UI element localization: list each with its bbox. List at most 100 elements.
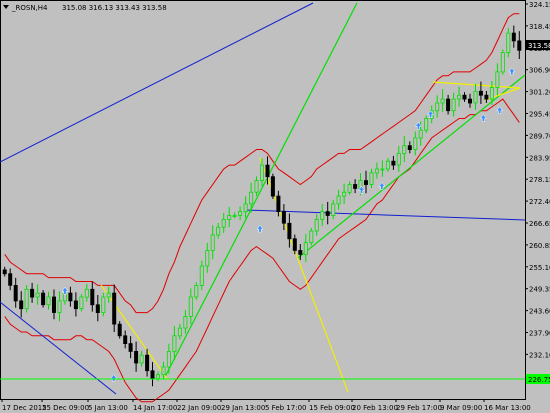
up-arrow-icon xyxy=(496,106,504,114)
candle-body xyxy=(139,354,144,364)
y-tick-label: 237.90 xyxy=(529,330,550,338)
candle-body xyxy=(194,284,199,298)
bollinger-lower-band xyxy=(4,98,520,403)
x-tick-label: 9 Mar 09:00 xyxy=(440,404,482,412)
candle-body xyxy=(232,215,237,217)
y-tick-label: 255.10 xyxy=(529,264,550,272)
candle-body xyxy=(205,250,210,267)
candle-body xyxy=(402,145,407,154)
candle-body xyxy=(331,203,336,216)
candle-body xyxy=(484,94,489,100)
candle-body xyxy=(254,180,259,193)
candle-body xyxy=(440,98,445,104)
blue-trendline-lower[interactable] xyxy=(0,301,117,395)
candle-body xyxy=(13,284,18,302)
candle-body xyxy=(292,238,297,251)
candle-body xyxy=(161,366,166,376)
candle-body xyxy=(145,354,150,372)
green-trendline-rising[interactable] xyxy=(297,74,526,259)
up-arrow-icon xyxy=(61,286,69,295)
candle-body xyxy=(418,129,423,139)
blue-trendline-upper[interactable] xyxy=(0,2,314,163)
candle-body xyxy=(30,288,35,298)
candle-body xyxy=(199,265,204,286)
up-arrow-icon xyxy=(110,374,118,382)
candle-body xyxy=(336,195,341,205)
candle-body xyxy=(320,211,325,220)
candle-body xyxy=(424,118,429,131)
x-tick-label: 17 Dec 2015 xyxy=(2,404,47,412)
y-tick-label: 295.45 xyxy=(529,111,550,119)
candle-body xyxy=(270,176,275,197)
candle-body xyxy=(41,292,46,306)
yellow-line-1[interactable] xyxy=(100,284,169,381)
candle-body xyxy=(117,323,122,337)
up-arrow-icon xyxy=(256,224,264,233)
candle-body xyxy=(249,191,254,205)
up-arrow-icon xyxy=(508,67,516,76)
y-tick-label: 243.60 xyxy=(529,308,550,316)
up-arrow-icon xyxy=(479,114,487,122)
candle-body xyxy=(238,211,243,216)
candle-body xyxy=(52,296,57,313)
candle-body xyxy=(46,296,51,306)
y-tick-label: 306.90 xyxy=(529,67,550,75)
candle-body xyxy=(155,374,160,380)
y-tick-label: 318.45 xyxy=(529,23,550,31)
candle-body xyxy=(68,292,73,302)
candle-body xyxy=(500,52,505,73)
candle-body xyxy=(172,335,177,352)
support-price-label: 226.75 xyxy=(528,376,550,384)
bollinger-bands xyxy=(4,13,520,403)
chart-header: _ROSN,H4 315.08 316.13 313.43 313.58 xyxy=(3,4,167,12)
candle-body xyxy=(489,87,494,100)
candle-body xyxy=(303,242,308,255)
candle-body xyxy=(210,234,215,251)
support-price-badge: 226.75 xyxy=(526,374,550,384)
y-tick-label: 232.10 xyxy=(529,351,550,359)
x-tick-label: 15 Feb 09:00 xyxy=(309,404,355,412)
candle-body xyxy=(24,288,29,310)
price-chart[interactable]: _ROSN,H4 315.08 316.13 313.43 313.58 324… xyxy=(0,0,550,413)
candle-body xyxy=(478,90,483,96)
current-price-label: 313.58 xyxy=(528,42,550,50)
candle-body xyxy=(95,304,100,313)
candlesticks xyxy=(2,25,522,387)
candle-body xyxy=(128,343,133,352)
candle-body xyxy=(183,315,188,329)
x-tick-label: 14 Jan 17:00 xyxy=(133,404,177,412)
candle-body xyxy=(298,250,303,255)
chevron-down-icon[interactable] xyxy=(3,5,9,9)
x-tick-label: 20 Feb 13:00 xyxy=(352,404,398,412)
y-tick-label: 272.40 xyxy=(529,198,550,206)
candle-body xyxy=(435,102,440,112)
candle-body xyxy=(374,168,379,174)
candle-body xyxy=(287,222,292,240)
candle-body xyxy=(101,296,106,313)
y-tick-label: 278.15 xyxy=(529,176,550,184)
x-tick-label: 5 Feb 17:00 xyxy=(265,404,306,412)
y-tick-label: 301.20 xyxy=(529,89,550,97)
y-tick-label: 283.95 xyxy=(529,154,550,162)
yellow-line-3[interactable] xyxy=(432,81,521,89)
candle-body xyxy=(79,296,84,310)
candle-body xyxy=(90,288,95,306)
candle-body xyxy=(177,327,182,337)
candle-body xyxy=(166,350,171,368)
candle-body xyxy=(281,211,286,224)
chart-window[interactable]: _ROSN,H4 315.08 316.13 313.43 313.58 324… xyxy=(0,0,550,413)
candle-body xyxy=(363,180,368,185)
candle-body xyxy=(8,273,13,286)
candle-body xyxy=(495,71,500,88)
blue-horizontal-line[interactable] xyxy=(245,209,526,221)
x-tick-label: 25 Dec 09:00 xyxy=(42,404,89,412)
current-price-badge: 313.58 xyxy=(526,40,550,50)
y-tick-label: 249.35 xyxy=(529,286,550,294)
y-tick-label: 324.15 xyxy=(529,1,550,9)
candle-body xyxy=(467,98,472,104)
candle-body xyxy=(84,288,89,298)
candle-body xyxy=(216,226,221,236)
candle-body xyxy=(221,218,226,228)
green-trendline-steep[interactable] xyxy=(164,2,358,378)
candle-body xyxy=(396,152,401,166)
